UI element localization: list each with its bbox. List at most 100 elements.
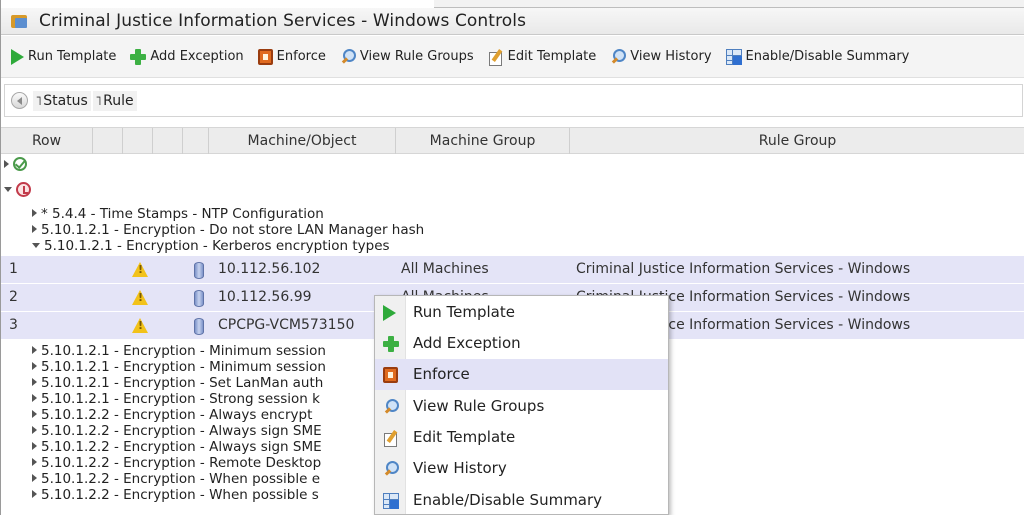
expand-arrow-icon[interactable] (32, 410, 37, 418)
rule-group-item[interactable]: 5.10.1.2.1 - Encryption - Do not store L… (32, 222, 424, 238)
add-exception-label: Add Exception (150, 49, 244, 64)
column-header-blank[interactable] (153, 128, 183, 154)
enforce-icon (383, 367, 398, 383)
plus-icon (130, 48, 147, 65)
menu-item-enable-disable-summary[interactable]: Enable/Disable Summary (375, 485, 668, 515)
collapse-arrow-icon[interactable] (4, 187, 12, 192)
table-row[interactable]: 1 10.112.56.102 All Machines Criminal Ju… (1, 256, 1024, 284)
row-number: 1 (9, 261, 18, 277)
group-chip-rule-label: Rule (103, 92, 134, 109)
menu-item-label: View History (413, 459, 507, 477)
menu-item-label: View Rule Groups (413, 397, 545, 415)
run-template-button[interactable]: Run Template (11, 48, 117, 65)
group-chip-rule[interactable]: ˥ Rule (92, 90, 137, 111)
rule-group-item[interactable]: 5.10.1.2.2 - Encryption - When possible … (32, 471, 320, 487)
rule-group-item[interactable]: 5.10.1.2.1 - Encryption - Strong session… (32, 391, 320, 407)
expand-arrow-icon[interactable] (32, 442, 37, 450)
magnifier-icon (383, 399, 399, 415)
expand-arrow-icon[interactable] (4, 160, 9, 168)
column-header-machine-group[interactable]: Machine Group (396, 128, 570, 154)
machine-icon (194, 262, 204, 279)
expand-arrow-icon[interactable] (32, 490, 37, 498)
edit-template-button[interactable]: Edit Template (488, 49, 597, 66)
group-chip-status[interactable]: ˥ Status (33, 90, 91, 111)
context-menu: Run Template Add Exception Enforce View … (374, 295, 669, 515)
rule-group-label: 5.10.1.2.2 - Encryption - Always sign SM… (41, 423, 322, 439)
enable-disable-summary-button[interactable]: Enable/Disable Summary (725, 48, 910, 65)
menu-item-add-exception[interactable]: Add Exception (375, 328, 668, 359)
rule-group-label: 5.10.1.2.1 - Encryption - Do not store L… (41, 222, 425, 238)
magnifier-icon (383, 461, 399, 477)
enforce-icon (257, 48, 273, 65)
rule-group-item[interactable]: * 5.4.4 - Time Stamps - NTP Configuratio… (32, 206, 324, 222)
menu-item-label: Run Template (413, 303, 515, 321)
rule-group-item[interactable]: 5.10.1.2.2 - Encryption - Remote Desktop (32, 455, 321, 471)
machine-cell: 10.112.56.99 (218, 289, 312, 305)
rule-group-label: 5.10.1.2.2 - Encryption - Always sign SM… (41, 439, 322, 455)
group-connector-icon: ˥ (94, 93, 103, 108)
rule-group-item[interactable]: 5.10.1.2.1 - Encryption - Minimum sessio… (32, 343, 326, 359)
rule-group-label: 5.10.1.2.2 - Encryption - When possible … (41, 487, 319, 503)
expand-arrow-icon[interactable] (32, 378, 37, 386)
rule-group-item[interactable]: 5.10.1.2.2 - Encryption - When possible … (32, 487, 319, 503)
window-title: Criminal Justice Information Services - … (39, 11, 527, 31)
template-folder-icon (11, 13, 29, 29)
expand-arrow-icon[interactable] (32, 209, 37, 217)
view-history-label: View History (630, 49, 712, 64)
expand-arrow-icon[interactable] (32, 362, 37, 370)
menu-item-edit-template[interactable]: Edit Template (375, 422, 668, 453)
expand-arrow-icon[interactable] (32, 225, 37, 233)
rule-group-item[interactable]: 5.10.1.2.1 - Encryption - Kerberos encry… (32, 238, 390, 254)
machine-group-cell: All Machines (401, 261, 489, 277)
menu-item-view-history[interactable]: View History (375, 453, 668, 484)
collapse-arrow-icon[interactable] (32, 243, 40, 248)
background-window-edge (434, 0, 1024, 8)
column-header-row[interactable]: Row (1, 128, 93, 154)
status-group-pass[interactable] (4, 157, 27, 173)
rule-group-label: 5.10.1.2.1 - Encryption - Strong session… (41, 391, 320, 407)
back-arrow-icon[interactable] (11, 92, 28, 109)
machine-icon (194, 290, 204, 307)
add-exception-button[interactable]: Add Exception (130, 48, 244, 65)
view-rule-groups-label: View Rule Groups (359, 49, 474, 64)
run-template-label: Run Template (28, 49, 117, 64)
column-header-type[interactable] (183, 128, 209, 154)
view-rule-groups-button[interactable]: View Rule Groups (340, 48, 474, 65)
view-history-button[interactable]: View History (610, 48, 712, 65)
rule-group-label: 5.10.1.2.1 - Encryption - Set LanMan aut… (41, 375, 324, 391)
status-group-fail[interactable] (4, 182, 31, 198)
warning-icon (132, 262, 148, 278)
column-header-rule-group[interactable]: Rule Group (570, 128, 1024, 154)
edit-template-label: Edit Template (507, 49, 597, 64)
group-by-bar: ˥ Status ˥ Rule (4, 84, 1023, 117)
play-icon (11, 48, 24, 65)
machine-icon (194, 318, 204, 335)
column-header-machine[interactable]: Machine/Object (209, 128, 396, 154)
column-header-status[interactable] (123, 128, 153, 154)
expand-arrow-icon[interactable] (32, 458, 37, 466)
magnifier-icon (340, 48, 356, 65)
rule-group-cell: Criminal Justice Information Services - … (576, 261, 911, 277)
rule-group-item[interactable]: 5.10.1.2.1 - Encryption - Set LanMan aut… (32, 375, 323, 391)
row-number: 3 (9, 317, 18, 333)
enforce-label: Enforce (276, 49, 326, 64)
magnifier-icon (610, 48, 627, 65)
rule-group-item[interactable]: 5.10.1.2.2 - Encryption - Always sign SM… (32, 439, 322, 455)
expand-arrow-icon[interactable] (32, 394, 37, 402)
expand-arrow-icon[interactable] (32, 346, 37, 354)
enable-disable-summary-label: Enable/Disable Summary (745, 49, 910, 64)
pass-check-icon (13, 157, 27, 171)
column-header-blank[interactable] (93, 128, 123, 154)
expand-arrow-icon[interactable] (32, 426, 37, 434)
rule-group-label: 5.10.1.2.2 - Encryption - When possible … (41, 471, 321, 487)
enforce-button[interactable]: Enforce (257, 48, 326, 65)
menu-item-enforce[interactable]: Enforce (375, 359, 668, 390)
menu-item-run-template[interactable]: Run Template (375, 297, 668, 328)
row-number: 2 (9, 289, 18, 305)
rule-group-item[interactable]: 5.10.1.2.2 - Encryption - Always encrypt (32, 407, 312, 423)
rule-group-item[interactable]: 5.10.1.2.1 - Encryption - Minimum sessio… (32, 359, 326, 375)
rule-group-item[interactable]: 5.10.1.2.2 - Encryption - Always sign SM… (32, 423, 322, 439)
grid-icon (383, 493, 399, 509)
expand-arrow-icon[interactable] (32, 474, 37, 482)
menu-item-view-rule-groups[interactable]: View Rule Groups (375, 391, 668, 422)
